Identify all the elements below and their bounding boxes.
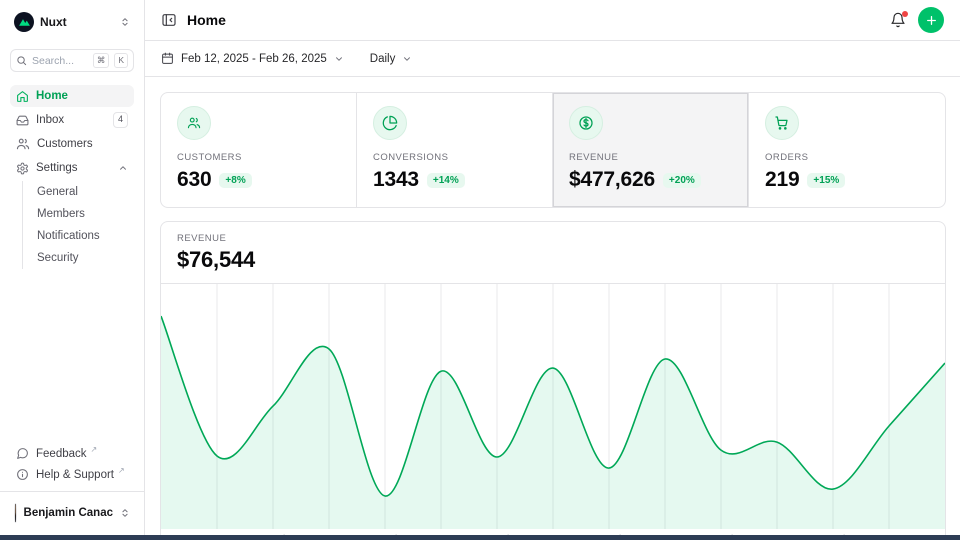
stat-card-orders[interactable]: ORDERS 219 +15% (749, 93, 945, 207)
bottom-bar (0, 535, 960, 540)
sidebar-link-feedback[interactable]: Feedback ↗ (10, 443, 134, 464)
panel-collapse-icon[interactable] (161, 12, 177, 28)
sidebar-footer: Feedback ↗ Help & Support ↗ Benjamin Canac (10, 443, 134, 532)
search-input[interactable]: Search... ⌘ K (10, 49, 134, 72)
settings-sub-list: GeneralMembersNotificationsSecurity (22, 181, 134, 269)
chevron-down-icon (334, 54, 344, 64)
kbd-cmd: ⌘ (93, 53, 110, 67)
add-button[interactable] (918, 7, 944, 33)
sidebar-item-home[interactable]: Home (10, 85, 134, 107)
chat-bubble-icon (16, 447, 29, 460)
stat-delta-badge: +14% (427, 173, 465, 188)
sidebar-item-general[interactable]: General (33, 181, 134, 203)
sidebar: Nuxt Search... ⌘ K Home Inbox 4 Customers Se… (0, 0, 145, 540)
kbd-k: K (114, 53, 128, 67)
sidebar-item-settings[interactable]: Settings (10, 157, 134, 179)
inbox-count-badge: 4 (113, 112, 128, 128)
stats-row: CUSTOMERS 630 +8% CONVERSIONS 1343 +14% REVENU… (160, 92, 946, 208)
up-down-chevron-icon (120, 508, 130, 518)
sidebar-item-label: Customers (37, 138, 128, 150)
notifications-button[interactable] (890, 12, 906, 28)
chart-title: REVENUE (177, 233, 929, 244)
stat-delta-badge: +15% (807, 173, 845, 188)
sidebar-item-label: Settings (36, 162, 111, 174)
stat-value: 219 (765, 168, 799, 192)
stat-card-customers[interactable]: CUSTOMERS 630 +8% (161, 93, 357, 207)
sidebar-item-members[interactable]: Members (33, 203, 134, 225)
users-icon (177, 106, 211, 140)
external-link-icon: ↗ (118, 466, 125, 475)
date-range-label: Feb 12, 2025 - Feb 26, 2025 (181, 53, 327, 65)
revenue-area-chart (161, 284, 945, 529)
stat-delta-badge: +20% (663, 173, 701, 188)
granularity-select[interactable]: Daily (370, 53, 413, 65)
cart-icon (765, 106, 799, 140)
users-icon (16, 137, 30, 151)
sidebar-item-inbox[interactable]: Inbox 4 (10, 109, 134, 131)
stat-value: 630 (177, 168, 211, 192)
gear-icon (16, 162, 29, 175)
stat-card-revenue[interactable]: REVENUE $477,626 +20% (553, 93, 749, 207)
content: CUSTOMERS 630 +8% CONVERSIONS 1343 +14% REVENU… (145, 77, 960, 540)
page-title: Home (187, 12, 226, 28)
stat-value: $477,626 (569, 168, 655, 192)
footer-link-label: Feedback (36, 448, 87, 460)
sidebar-item-customers[interactable]: Customers (10, 133, 134, 155)
up-down-chevron-icon (120, 17, 130, 27)
date-range-picker[interactable]: Feb 12, 2025 - Feb 26, 2025 (161, 52, 344, 65)
sidebar-item-notifications[interactable]: Notifications (33, 225, 134, 247)
sidebar-item-security[interactable]: Security (33, 247, 134, 269)
revenue-chart-card: REVENUE $76,544 14 Feb16 Feb18 Feb20 Feb… (160, 221, 946, 540)
chart-plot[interactable] (161, 284, 945, 529)
sidebar-link-help-support[interactable]: Help & Support ↗ (10, 464, 134, 485)
workspace-switcher[interactable]: Nuxt (10, 8, 134, 36)
user-menu[interactable]: Benjamin Canac (10, 500, 134, 526)
info-circle-icon (16, 468, 29, 481)
plus-icon (925, 14, 938, 27)
pie-chart-icon (373, 106, 407, 140)
stat-value: 1343 (373, 168, 419, 192)
stat-label: ORDERS (765, 152, 929, 163)
sidebar-item-label: Home (36, 90, 128, 102)
stat-label: CUSTOMERS (177, 152, 340, 163)
stat-delta-badge: +8% (219, 173, 251, 188)
notification-dot (902, 11, 908, 17)
sidebar-nav: Home Inbox 4 Customers Settings GeneralMember… (10, 85, 134, 269)
granularity-label: Daily (370, 53, 396, 65)
search-placeholder: Search... (32, 55, 88, 67)
search-icon (16, 55, 27, 66)
chart-header: REVENUE $76,544 (161, 222, 945, 284)
nuxt-logo-icon (14, 12, 34, 32)
workspace-name: Nuxt (40, 15, 114, 29)
chevron-down-icon (402, 54, 412, 64)
sidebar-item-label: Inbox (36, 114, 106, 126)
dollar-circle-icon (569, 106, 603, 140)
main-area: Home Feb 12, 2025 - Feb 26, 2025 (145, 0, 960, 540)
header: Home (145, 0, 960, 41)
user-name: Benjamin Canac (24, 507, 113, 519)
stat-label: REVENUE (569, 152, 732, 163)
inbox-icon (16, 114, 29, 127)
stat-label: CONVERSIONS (373, 152, 536, 163)
chevron-up-icon (118, 163, 128, 173)
avatar (14, 503, 17, 523)
filters-toolbar: Feb 12, 2025 - Feb 26, 2025 Daily (145, 41, 960, 77)
home-icon (16, 90, 29, 103)
footer-link-label: Help & Support (36, 469, 114, 481)
app-window: Nuxt Search... ⌘ K Home Inbox 4 Customers Se… (0, 0, 960, 540)
calendar-icon (161, 52, 174, 65)
sidebar-divider (0, 491, 144, 492)
external-link-icon: ↗ (91, 445, 98, 454)
stat-card-conversions[interactable]: CONVERSIONS 1343 +14% (357, 93, 553, 207)
chart-current-value: $76,544 (177, 247, 929, 273)
